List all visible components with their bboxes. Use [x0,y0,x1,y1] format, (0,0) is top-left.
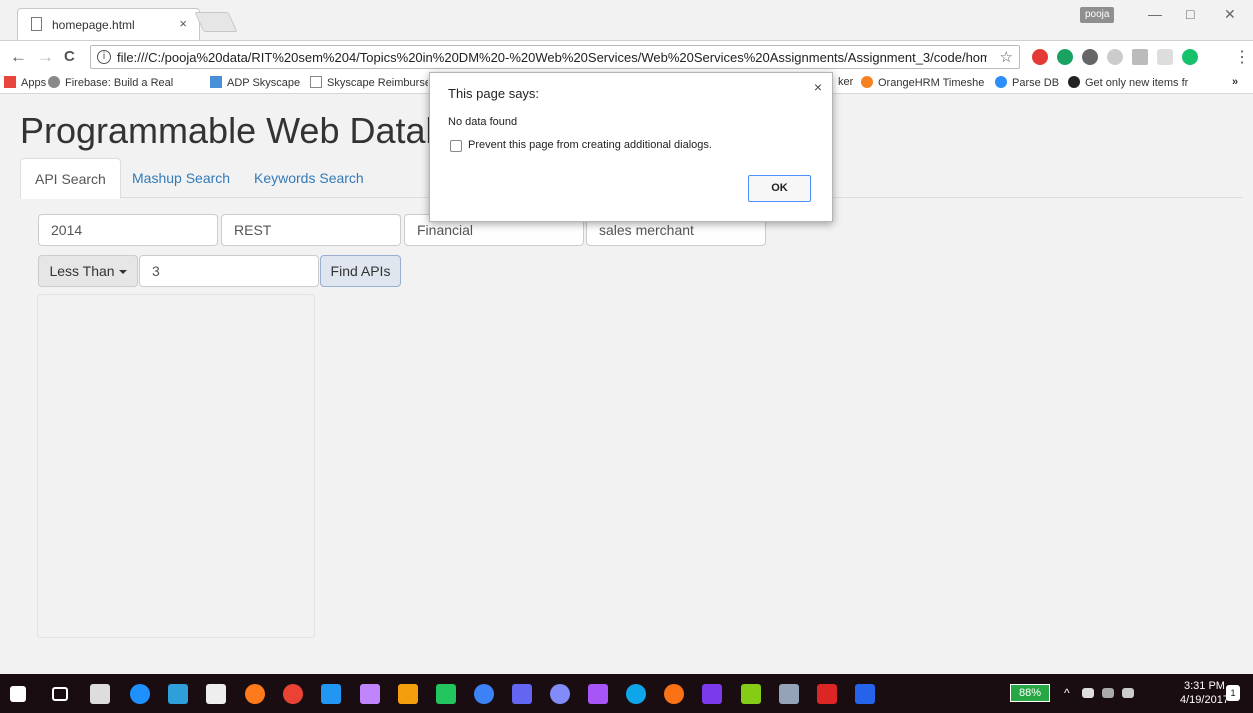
extension-icon[interactable] [1107,49,1123,65]
extension-icon[interactable] [1082,49,1098,65]
comparison-label: Less Than [49,263,115,279]
prevent-dialogs-checkbox[interactable] [450,140,462,152]
code-icon [48,76,60,88]
profile-badge[interactable]: pooja [1080,7,1115,23]
bookmark-item[interactable]: OrangeHRM Timeshe [861,76,984,89]
new-tab-button[interactable] [194,12,238,32]
grammarly-icon[interactable] [1182,49,1198,65]
home-icon[interactable] [206,684,226,704]
page-icon [31,17,42,31]
evernote-icon[interactable] [1057,49,1073,65]
year-input[interactable]: 2014 [38,214,218,246]
notification-icon[interactable]: 1 [1226,685,1240,701]
file-explorer-icon[interactable] [168,684,188,704]
reload-icon[interactable]: C [64,48,75,65]
adblock-icon[interactable] [1032,49,1048,65]
url-text: file:///C:/pooja%20data/RIT%20sem%204/To… [117,50,987,65]
visual-studio-icon[interactable] [588,684,608,704]
app-icon[interactable] [664,684,684,704]
bookmark-item[interactable]: ADP Skyscape [210,76,300,89]
wifi-icon[interactable] [1102,688,1114,698]
bookmark-item[interactable]: Skyscape Reimburser [310,76,428,89]
terminal-icon[interactable] [779,684,799,704]
rating-input[interactable]: 3 [139,255,319,287]
back-icon[interactable]: ← [10,47,27,67]
volume-icon[interactable] [1122,688,1134,698]
bookmark-item[interactable]: Apps [4,76,46,89]
remote-desktop-icon[interactable] [321,684,341,704]
battery-indicator[interactable]: 88% [1010,684,1050,702]
clock-date: 4/19/2017 [1180,694,1229,706]
bookmark-item[interactable]: ker [838,76,853,88]
r-icon[interactable] [474,684,494,704]
tab-title: homepage.html [52,18,135,32]
tab-mashup-search[interactable]: Mashup Search [118,158,244,198]
bookmark-item[interactable]: Get only new items fr [1068,76,1188,89]
firefox-icon[interactable] [245,684,265,704]
chrome-icon[interactable] [283,684,303,704]
bookmark-item[interactable]: Firebase: Build a Real [48,76,173,89]
tab-api-search[interactable]: API Search [20,158,121,199]
ok-button[interactable]: OK [748,175,811,202]
app-icon[interactable] [512,684,532,704]
app-icon[interactable] [436,684,456,704]
maximize-icon[interactable]: □ [1186,6,1194,22]
keyboard-icon[interactable] [1082,688,1094,698]
browser-tab[interactable]: homepage.html × [17,8,200,40]
protocol-input[interactable]: REST [221,214,401,246]
extension-icon[interactable] [1157,49,1173,65]
alert-dialog: This page says: × No data found Prevent … [429,72,833,222]
edge-icon[interactable] [130,684,150,704]
extension-icon[interactable] [1132,49,1148,65]
visual-studio-icon[interactable] [702,684,722,704]
browser-toolbar: ← → C i file:///C:/pooja%20data/RIT%20se… [0,40,1253,72]
eclipse-icon[interactable] [550,684,570,704]
word-icon[interactable] [855,684,875,704]
close-window-icon[interactable]: ✕ [1224,6,1236,23]
forward-icon[interactable]: → [37,47,54,67]
skype-icon[interactable] [626,684,646,704]
dialog-close-icon[interactable]: × [814,79,822,95]
store-icon[interactable] [90,684,110,704]
system-clock[interactable]: 3:31 PM 4/19/2017 [1180,679,1229,707]
find-apis-button[interactable]: Find APIs [320,255,401,287]
results-panel [37,294,315,638]
dialog-title: This page says: [448,86,540,101]
browser-titlebar: homepage.html × pooja — □ ✕ [0,0,1253,40]
dialog-message: No data found [448,116,518,128]
app-icon[interactable] [741,684,761,704]
app-icon[interactable] [398,684,418,704]
minimize-icon[interactable]: — [1148,6,1162,22]
prevent-dialogs-label[interactable]: Prevent this page from creating addition… [468,139,712,151]
bookmark-item[interactable]: Parse DB [995,76,1059,89]
bookmarks-more-icon[interactable]: » [1232,76,1238,88]
clock-time: 3:31 PM [1183,680,1225,692]
parse-icon [995,76,1007,88]
tray-up-icon[interactable]: ^ [1064,686,1070,700]
app-icon[interactable] [360,684,380,704]
comparison-dropdown[interactable]: Less Than [38,255,138,287]
address-bar[interactable]: i file:///C:/pooja%20data/RIT%20sem%204/… [90,45,1020,69]
menu-icon[interactable]: ⋮ [1234,47,1250,67]
acrobat-icon[interactable] [817,684,837,704]
adp-icon [210,76,222,88]
caret-down-icon [118,270,127,274]
info-icon[interactable]: i [97,50,111,64]
bookmark-star-icon[interactable]: ☆ [1000,48,1013,66]
orangehrm-icon [861,76,873,88]
apps-grid-icon [4,76,16,88]
windows-taskbar: 88% ^ 3:31 PM 4/19/2017 1 [0,674,1253,713]
task-view-icon[interactable] [52,687,68,701]
github-icon [1068,76,1080,88]
tab-keywords-search[interactable]: Keywords Search [240,158,378,198]
page-title: Programmable Web Databas [20,110,484,151]
page-icon [310,76,322,88]
windows-start-icon[interactable] [10,686,26,702]
tab-close-icon[interactable]: × [179,16,187,31]
